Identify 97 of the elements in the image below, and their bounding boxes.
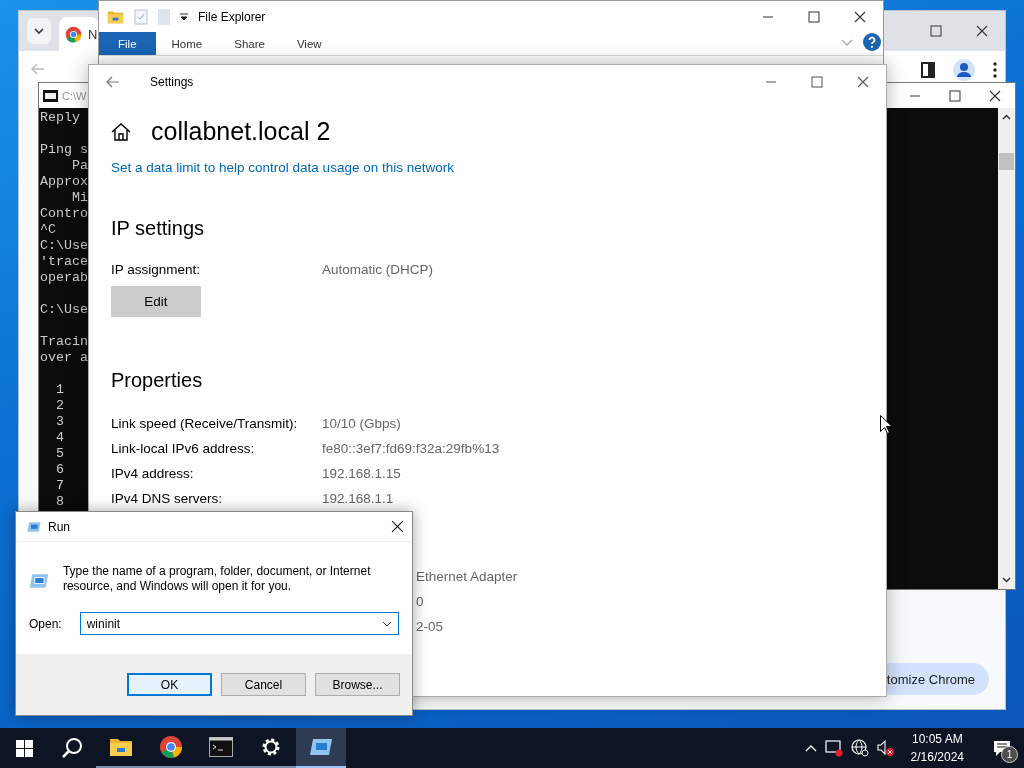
terminal-icon: [43, 89, 58, 102]
console-line: Mi: [70, 190, 88, 206]
network-heading: collabnet.local 2: [151, 117, 331, 146]
speaker-muted-icon[interactable]: [876, 739, 895, 757]
notification-button[interactable]: 1: [980, 728, 1024, 768]
folder-icon: [107, 9, 124, 24]
ribbon-tab[interactable]: File: [99, 32, 156, 55]
window-title: File Explorer: [198, 9, 266, 24]
console-line: 2: [54, 398, 64, 414]
open-field[interactable]: wininit: [79, 612, 399, 635]
dialog-button[interactable]: Cancel: [221, 673, 306, 696]
profile-icon[interactable]: [953, 59, 975, 81]
section-heading: IP settings: [111, 217, 205, 240]
property-value: 2-05: [416, 619, 444, 634]
scroll-up-icon[interactable]: [1002, 114, 1011, 120]
close-icon: [989, 89, 1001, 102]
chevron-down-icon: [34, 28, 44, 34]
console-line: 'trace: [40, 254, 88, 270]
terminal-icon: [209, 737, 233, 757]
clock-date[interactable]: 2/16/2024: [910, 748, 964, 766]
monitor-alert-icon[interactable]: [824, 739, 843, 757]
home-icon: [111, 122, 131, 141]
property-value: 192.168.1.1: [322, 490, 394, 506]
chevron-down-icon[interactable]: [382, 621, 392, 627]
console-line: 5: [54, 446, 64, 462]
property-label: IPv4 address:: [111, 465, 195, 481]
data-limit-link[interactable]: Set a data limit to help control data usage on this network: [111, 160, 454, 175]
property-value: 192.168.1.15: [322, 465, 401, 481]
field-label: Open:: [29, 616, 62, 631]
back-arrow-icon[interactable]: [106, 76, 120, 88]
taskbar-app-button[interactable]: [296, 728, 346, 768]
console-line: over a: [40, 350, 88, 366]
close-icon: [976, 25, 988, 37]
globe-icon[interactable]: [850, 739, 869, 757]
window-title: Settings: [150, 75, 194, 89]
console-line: 8: [54, 494, 64, 510]
window-title: C:\W: [62, 89, 87, 102]
ribbon-tab[interactable]: View: [280, 32, 338, 55]
run-icon: [26, 520, 42, 533]
console-line: 6: [54, 462, 64, 478]
side-panel-icon[interactable]: [921, 62, 935, 78]
section-heading: Properties: [111, 369, 203, 392]
maximize-icon: [949, 89, 961, 102]
more-menu-icon[interactable]: [993, 62, 997, 78]
console-line: 4: [54, 430, 64, 446]
property-label: Link-local IPv6 address:: [111, 440, 256, 456]
scrollbar-thumb[interactable]: [999, 153, 1014, 170]
console-line: Approx: [40, 174, 88, 190]
maximize-icon: [930, 25, 942, 37]
windows-logo-icon: [15, 739, 33, 757]
property-value: 0: [416, 594, 424, 609]
property-label: IPv4 DNS servers:: [111, 490, 224, 506]
console-line: 1: [54, 382, 64, 398]
console-line: 3: [54, 414, 64, 430]
ribbon-tab[interactable]: Home: [155, 32, 219, 55]
chrome-icon: [159, 735, 183, 759]
property-label: IP assignment:: [111, 261, 202, 277]
run-icon: [309, 737, 333, 757]
console-line: Tracin: [40, 334, 88, 350]
property-value: Automatic (DHCP): [322, 261, 434, 277]
console-line: C:\Use: [40, 302, 88, 318]
chrome-icon: [65, 25, 82, 43]
tab-search-button[interactable]: [27, 18, 51, 44]
dialog-button[interactable]: Browse...: [315, 673, 400, 696]
console-line: Pa: [70, 158, 88, 174]
console-line: C:\Use: [40, 238, 88, 254]
maximize-icon: [808, 10, 820, 23]
folder-icon: [109, 737, 133, 757]
edit-button[interactable]: Edit: [111, 286, 201, 317]
property-label: Link speed (Receive/Transmit):: [111, 415, 299, 431]
help-icon[interactable]: [863, 33, 881, 51]
property-value: Ethernet Adapter: [416, 569, 518, 584]
maximize-icon: [811, 76, 823, 88]
gear-icon: [260, 736, 282, 758]
ribbon-tab[interactable]: Share: [218, 32, 281, 55]
close-icon: [854, 10, 866, 23]
console-line: 7: [54, 478, 64, 494]
console-line: ^C: [40, 222, 56, 238]
dialog-message: Type the name of a program, folder, document, or Internet resource, and Windows will open it for you.: [62, 564, 372, 594]
dialog-button[interactable]: OK: [127, 673, 212, 696]
property-value: fe80::3ef7:fd69:f32a:29fb%13: [322, 440, 500, 456]
close-button[interactable]: [391, 520, 404, 533]
search-icon: [61, 737, 83, 759]
customize-toolbar-icon[interactable]: [180, 12, 188, 21]
console-line: Ping s: [40, 142, 88, 158]
scroll-down-icon[interactable]: [1002, 577, 1011, 583]
clock-time[interactable]: 10:05 AM: [911, 730, 963, 748]
property-value: 10/10 (Gbps): [322, 415, 401, 431]
console-line: Contro: [40, 206, 88, 222]
browser-tab[interactable]: N: [59, 17, 100, 51]
close-icon: [857, 76, 869, 88]
console-line: operab: [40, 270, 88, 286]
dialog-title: Run: [48, 519, 70, 534]
console-line: Reply: [40, 110, 80, 126]
notification-count: 1: [1001, 746, 1018, 763]
customize-chrome-button[interactable]: tomize Chrome: [884, 663, 989, 695]
chevron-up-icon[interactable]: [804, 744, 817, 752]
